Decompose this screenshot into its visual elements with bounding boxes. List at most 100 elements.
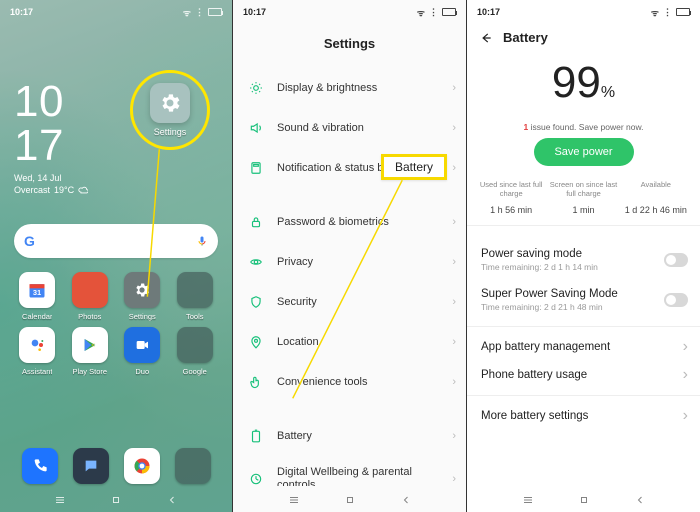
home-icon[interactable] [110,494,122,506]
recents-icon[interactable] [288,494,300,506]
item-display[interactable]: Display & brightness› [233,68,466,108]
gear-icon [150,83,190,123]
chevron-right-icon: › [683,407,688,425]
status-time: 10:17 [10,7,33,17]
item-battery[interactable]: Battery› [233,416,466,456]
app-duo[interactable]: Duo [119,327,166,376]
weather-widget[interactable]: Overcast 19 [14,185,88,195]
phone-icon [22,448,58,484]
status-bar: 10:17 ᯤ ⋮ [233,0,466,24]
home-icon[interactable] [578,494,590,506]
recents-icon[interactable] [54,494,66,506]
sound-icon [249,121,263,135]
callout-battery: Battery [381,154,447,180]
wellbeing-icon [249,472,263,486]
wifi-icon: ⋮ [663,7,672,18]
settings-screen: 10:17 ᯤ ⋮ Settings Display & brightness›… [233,0,467,512]
toggle-power-saving[interactable] [664,253,688,267]
item-convenience[interactable]: Convenience tools› [233,362,466,402]
chevron-right-icon: › [683,366,688,384]
duo-icon [124,327,160,363]
more-battery-settings-row[interactable]: More battery settings › [467,402,700,430]
stat-used-label: Used since last full charge [475,180,547,198]
play-icon [72,327,108,363]
nav-bar [233,488,466,512]
gear-icon [124,272,160,308]
battery-percent: 99% [467,58,700,108]
phone-battery-usage-row[interactable]: Phone battery usage › [467,361,700,389]
item-security[interactable]: Security› [233,282,466,322]
app-play-store[interactable]: Play Store [67,327,114,376]
nav-bar [0,488,232,512]
dock-phone[interactable] [14,448,65,484]
homescreen-clock: 10 17 Wed, 14 Jul Overcast 19 [14,80,88,195]
app-photos[interactable]: Photos [67,272,114,321]
brightness-icon [249,81,263,95]
page-title: Settings [233,36,466,51]
home-screen: 10:17 ᯤ ⋮ 10 17 Wed, 14 Jul Overcast 19 … [0,0,233,512]
dock-folder[interactable] [167,448,218,484]
super-power-saving-row[interactable]: Super Power Saving Mode Time remaining: … [467,280,700,320]
stat-available-value: 1 d 22 h 46 min [620,205,692,215]
home-icon[interactable] [344,494,356,506]
wifi-icon: ⋮ [195,7,204,18]
back-icon[interactable] [166,494,178,506]
recents-icon[interactable] [522,494,534,506]
shield-icon [249,295,263,309]
battery-icon [442,8,456,16]
dock [14,448,218,484]
power-saving-mode-row[interactable]: Power saving mode Time remaining: 2 d 1 … [467,240,700,280]
chevron-right-icon: › [452,336,456,348]
dock-chrome[interactable] [116,448,167,484]
stat-screen-value: 1 min [547,205,619,215]
wifi-icon: ⋮ [429,7,438,18]
app-battery-mgmt-row[interactable]: App battery management › [467,333,700,361]
status-time: 10:17 [477,7,500,17]
callout-settings-label: Settings [154,127,187,137]
chevron-right-icon: › [452,430,456,442]
privacy-icon [249,255,263,269]
battery-icon [208,8,222,16]
save-power-button[interactable]: Save power [534,138,634,166]
item-password[interactable]: Password & biometrics› [233,202,466,242]
app-assistant[interactable]: Assistant [14,327,61,376]
location-icon [249,335,263,349]
chevron-right-icon: › [452,122,456,134]
battery-screen: 10:17 ᯤ ⋮ Battery 99% 1 issue found. Sav… [467,0,700,512]
folder-icon [175,448,211,484]
clock-date: Wed, 14 Jul [14,174,88,183]
back-icon[interactable] [634,494,646,506]
net-icon: ᯤ [651,6,659,19]
status-time: 10:17 [243,7,266,17]
weather-label: Overcast [14,186,50,195]
back-arrow-icon[interactable] [479,31,493,45]
settings-list[interactable]: Display & brightness› Sound & vibration›… [233,68,466,486]
app-google-folder[interactable]: Google [172,327,219,376]
app-settings[interactable]: Settings [119,272,166,321]
chevron-right-icon: › [452,256,456,268]
chevron-right-icon: › [452,216,456,228]
item-wellbeing[interactable]: Digital Wellbeing & parental controls› [233,456,466,486]
issue-text: 1 issue found. Save power now. [467,122,700,132]
mic-icon[interactable] [196,235,208,247]
clock-minutes: 17 [14,124,88,168]
messages-icon [73,448,109,484]
google-search-bar[interactable]: G [14,224,218,258]
svg-text:31: 31 [33,288,41,297]
calendar-icon: 31 [27,280,47,300]
item-location[interactable]: Location› [233,322,466,362]
battery-item-icon [249,429,263,443]
page-title: Battery [503,30,548,45]
back-icon[interactable] [400,494,412,506]
toggle-super-power-saving[interactable] [664,293,688,307]
callout-settings-tile[interactable]: Settings [130,70,210,150]
app-tools-folder[interactable]: Tools [172,272,219,321]
dock-messages[interactable] [65,448,116,484]
battery-stats: Used since last full charge Screen on si… [467,180,700,226]
item-sound[interactable]: Sound & vibration› [233,108,466,148]
net-icon: ᯤ [417,6,425,19]
chevron-right-icon: › [683,338,688,356]
item-privacy[interactable]: Privacy› [233,242,466,282]
assistant-icon [19,327,55,363]
app-calendar[interactable]: 31Calendar [14,272,61,321]
